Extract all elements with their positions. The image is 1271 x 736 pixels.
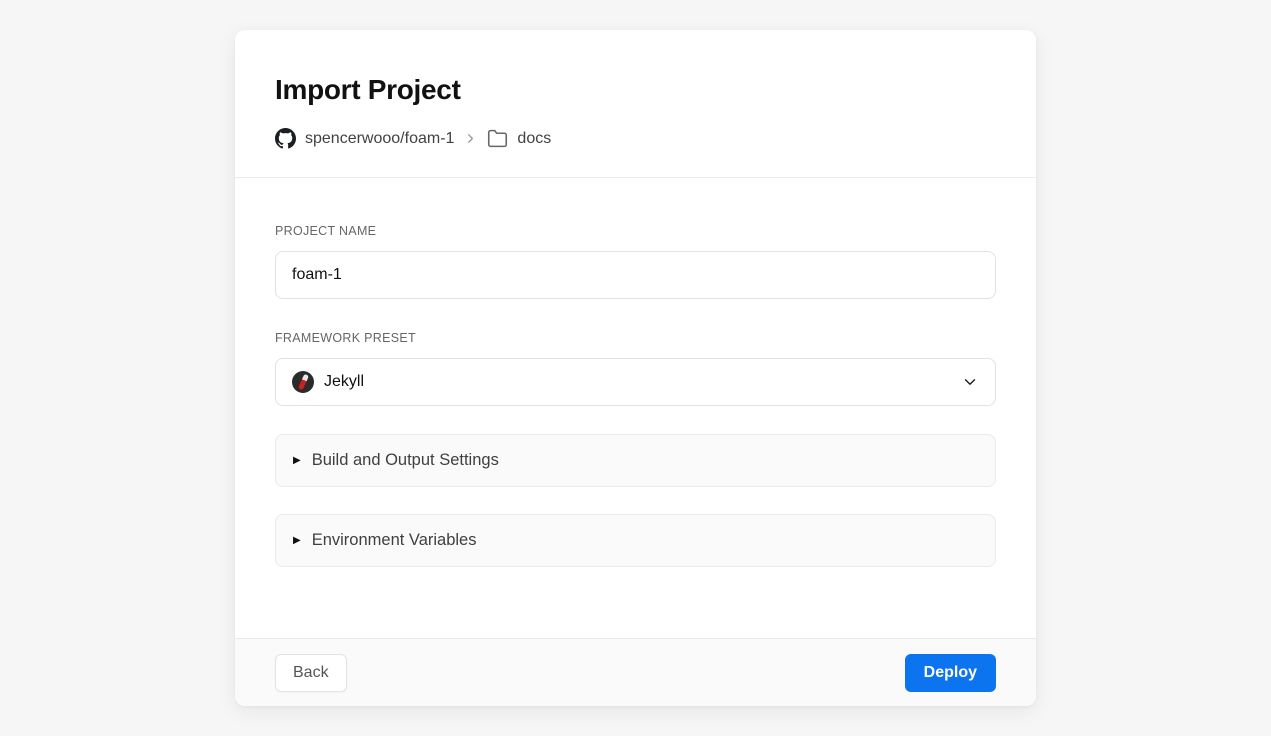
accordion-label: Environment Variables	[312, 531, 477, 550]
breadcrumb: spencerwooo/foam-1 docs	[275, 128, 996, 149]
project-name-label: PROJECT NAME	[275, 224, 996, 238]
github-icon	[275, 128, 296, 149]
triangle-right-icon: ▶	[293, 456, 301, 466]
project-name-input[interactable]	[275, 251, 996, 299]
accordion-environment-variables[interactable]: ▶ Environment Variables	[275, 514, 996, 567]
breadcrumb-folder[interactable]: docs	[487, 128, 551, 149]
framework-preset-select[interactable]: Jekyll	[275, 358, 996, 406]
dialog-header: Import Project spencerwooo/foam-1	[235, 30, 1036, 178]
page-title: Import Project	[275, 74, 996, 106]
dialog-footer: Back Deploy	[235, 638, 1036, 706]
framework-preset-label: FRAMEWORK PRESET	[275, 331, 996, 345]
triangle-right-icon: ▶	[293, 536, 301, 546]
breadcrumb-repo-label: spencerwooo/foam-1	[305, 130, 454, 148]
breadcrumb-repo[interactable]: spencerwooo/foam-1	[275, 128, 454, 149]
dialog-body: PROJECT NAME FRAMEWORK PRESET Jekyll ▶ B…	[235, 178, 1036, 638]
import-project-dialog: Import Project spencerwooo/foam-1	[235, 30, 1036, 706]
accordion-label: Build and Output Settings	[312, 451, 499, 470]
back-button[interactable]: Back	[275, 654, 347, 692]
folder-icon	[487, 128, 508, 149]
deploy-button[interactable]: Deploy	[905, 654, 996, 692]
framework-selected-value: Jekyll	[324, 373, 364, 391]
jekyll-icon	[292, 371, 314, 393]
chevron-right-icon	[463, 131, 478, 146]
breadcrumb-folder-label: docs	[517, 130, 551, 148]
accordion-build-output-settings[interactable]: ▶ Build and Output Settings	[275, 434, 996, 487]
chevron-down-icon	[961, 373, 979, 391]
